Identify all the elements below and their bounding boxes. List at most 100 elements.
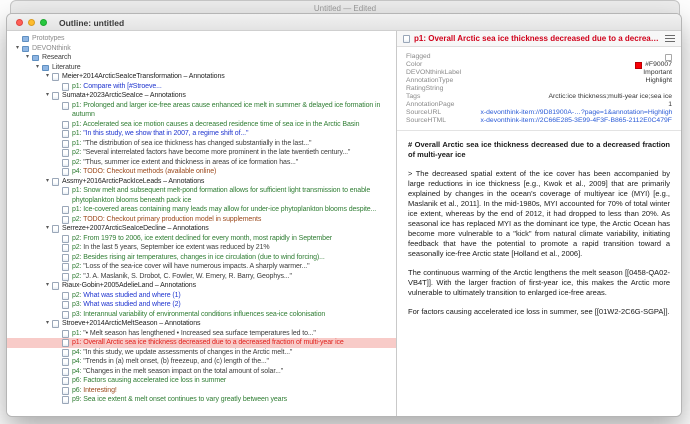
detail-header: p1: Overall Arctic sea ice thickness dec…	[397, 31, 681, 47]
outline-row[interactable]: p4: "Changes in the melt season impact o…	[7, 367, 396, 377]
outline-item-label: Stroeve+2014ArcticMeltSeason – Annotatio…	[62, 320, 200, 327]
disclosure-triangle-icon[interactable]	[43, 281, 52, 291]
outline-item-text: Research	[42, 53, 392, 63]
outline-row[interactable]: Serreze+2007ArcticSeaIceDecline – Annota…	[7, 224, 396, 234]
annotation-body: # Overall Arctic sea ice thickness decre…	[397, 131, 681, 335]
outline-item-text: p2: "Loss of the sea-ice cover will have…	[72, 262, 392, 272]
outline-row[interactable]: p6: Factors causing accelerated ice loss…	[7, 376, 396, 386]
document-icon	[62, 377, 69, 385]
menu-icon[interactable]	[665, 35, 675, 42]
document-icon	[62, 330, 69, 338]
outline-row[interactable]: p4: "Trends in (a) melt onset, (b) freez…	[7, 357, 396, 367]
outline-row[interactable]: p1: Prolonged and larger ice-free areas …	[7, 101, 396, 120]
traffic-lights	[16, 19, 47, 26]
outline-row[interactable]: Riaux-Gobin+2005AdelieLand – Annotations	[7, 281, 396, 291]
main-window: Outline: untitled PrototypesDEVONthinkRe…	[6, 13, 682, 417]
document-icon	[403, 35, 410, 43]
title-bar[interactable]: Outline: untitled	[7, 14, 681, 31]
outline-row[interactable]: Meier+2014ArcticSeaIceTransformation – A…	[7, 72, 396, 82]
outline-row[interactable]: DEVONthink	[7, 44, 396, 54]
outline-item-text: p4: "Changes in the melt season impact o…	[72, 367, 392, 377]
disclosure-triangle-icon[interactable]	[33, 63, 42, 73]
outline-row[interactable]: p2: "Several interrelated factors have b…	[7, 148, 396, 158]
outline-item-label: What was studied and where (2)	[83, 301, 180, 308]
outline-row[interactable]: p1: "The distribution of sea ice thickne…	[7, 139, 396, 149]
outline-item-label: Sumata+2023ArcticSeaIce – Annotations	[62, 92, 186, 99]
outline-row[interactable]: p1: "In this study, we show that in 2007…	[7, 129, 396, 139]
outline-row[interactable]: p2: From 1979 to 2006, ice extent declin…	[7, 234, 396, 244]
zoom-button[interactable]	[40, 19, 47, 26]
outline-item-text: p2: What was studied and where (1)	[72, 291, 392, 301]
outline-item-label: Sea ice extent & melt onset continues to…	[83, 396, 287, 403]
metadata-row: SourceHTMLx-devonthink-item://2C66E285-3…	[406, 117, 672, 125]
metadata-label: Tags	[406, 93, 420, 101]
document-icon	[62, 83, 69, 91]
outline-item-text: p2: In the last 5 years, September ice e…	[72, 243, 392, 253]
flagged-checkbox[interactable]	[665, 54, 672, 61]
metadata-row: TagsArctic:ice thickness;multi-year ice;…	[406, 93, 672, 101]
outline-row[interactable]: p1: Overall Arctic sea ice thickness dec…	[7, 338, 396, 348]
outline-item-text: Assmy+2016ArcticPackIceLeads – Annotatio…	[62, 177, 392, 187]
disclosure-triangle-icon[interactable]	[13, 44, 22, 54]
body-paragraph-2: For factors causing accelerated ice loss…	[408, 307, 670, 317]
outline-row[interactable]: Sumata+2023ArcticSeaIce – Annotations	[7, 91, 396, 101]
disclosure-triangle-icon[interactable]	[43, 177, 52, 187]
outline-row[interactable]: p1: Compare with [#Stroeve...	[7, 82, 396, 92]
outline-item-label: In the last 5 years, September ice exten…	[83, 244, 269, 251]
page-prefix: p2:	[72, 273, 83, 280]
metadata-value-color: #F90007	[635, 61, 672, 69]
document-icon	[62, 216, 69, 224]
disclosure-triangle-icon[interactable]	[43, 224, 52, 234]
page-prefix: p2:	[72, 263, 83, 270]
outline-row[interactable]: p1: Ice-covered areas containing many le…	[7, 205, 396, 215]
disclosure-triangle-icon[interactable]	[43, 91, 52, 101]
outline-row[interactable]: p2: "Thus, summer ice extent and thickne…	[7, 158, 396, 168]
outline-item-text: p2: TODO: Checkout primary production mo…	[72, 215, 392, 225]
outline-row[interactable]: p4: TODO: Checkout methods (available on…	[7, 167, 396, 177]
disclosure-triangle-icon[interactable]	[23, 53, 32, 63]
outline-row[interactable]: p2: "Loss of the sea-ice cover will have…	[7, 262, 396, 272]
outline-row[interactable]: p9: Sea ice extent & melt onset continue…	[7, 395, 396, 405]
outline-row[interactable]: p1: Accelerated sea ice motion causes a …	[7, 120, 396, 130]
page-prefix: p3:	[72, 301, 83, 308]
metadata-row: Flagged	[406, 53, 672, 61]
document-icon	[62, 358, 69, 366]
metadata-value-sourceurl[interactable]: x-devonthink-item://9D81900A-…?page=1&an…	[480, 109, 672, 117]
disclosure-triangle-icon[interactable]	[43, 319, 52, 329]
outline-row[interactable]: p2: "J. A. Maslanik, S. Drobot, C. Fowle…	[7, 272, 396, 282]
outline-item-text: p1: Compare with [#Stroeve...	[72, 82, 392, 92]
outline-row[interactable]: p3: What was studied and where (2)	[7, 300, 396, 310]
outline-row[interactable]: Assmy+2016ArcticPackIceLeads – Annotatio…	[7, 177, 396, 187]
outline-row[interactable]: p4: "In this study, we update assessment…	[7, 348, 396, 358]
outline-row[interactable]: p2: In the last 5 years, September ice e…	[7, 243, 396, 253]
outline-row[interactable]: p2: What was studied and where (1)	[7, 291, 396, 301]
outline-row[interactable]: Research	[7, 53, 396, 63]
outline-rows: PrototypesDEVONthinkResearchLiteratureMe…	[7, 34, 396, 405]
outline-row[interactable]: p3: Interannual variability of environme…	[7, 310, 396, 320]
outline-item-label: "Thus, summer ice extent and thickness i…	[83, 159, 298, 166]
outline-row[interactable]: p6: Interesting!	[7, 386, 396, 396]
minimize-button[interactable]	[28, 19, 35, 26]
metadata-row: DEVONthinkLabelImportant	[406, 69, 672, 77]
outline-item-label: What was studied and where (1)	[83, 292, 180, 299]
outline-row[interactable]: p1: Snow melt and subsequent melt-pond f…	[7, 186, 396, 205]
detail-pane: p1: Overall Arctic sea ice thickness dec…	[397, 31, 681, 417]
metadata-value-sourcehtml[interactable]: x-devonthink-item://2C66E285-3E99-4F3F-B…	[480, 117, 672, 125]
metadata-label: RatingString	[406, 85, 443, 93]
outline-item-label: Snow melt and subsequent melt-pond forma…	[72, 187, 370, 204]
outline-row[interactable]: p2: TODO: Checkout primary production mo…	[7, 215, 396, 225]
document-icon	[62, 396, 69, 404]
disclosure-triangle-icon[interactable]	[43, 72, 52, 82]
color-swatch	[635, 62, 642, 69]
outline-row[interactable]: p2: Besides rising air temperatures, cha…	[7, 253, 396, 263]
outline-row[interactable]: Stroeve+2014ArcticMeltSeason – Annotatio…	[7, 319, 396, 329]
window-content: PrototypesDEVONthinkResearchLiteratureMe…	[7, 31, 681, 417]
close-button[interactable]	[16, 19, 23, 26]
body-quote: > The decreased spatial extent of the ic…	[408, 169, 670, 259]
metadata-row: AnnotationTypeHighlight	[406, 77, 672, 85]
outline-item-label: Factors causing accelerated ice loss in …	[83, 377, 226, 384]
window-title: Outline: untitled	[59, 18, 124, 28]
outline-row[interactable]: Prototypes	[7, 34, 396, 44]
outline-row[interactable]: Literature	[7, 63, 396, 73]
outline-row[interactable]: p1: "• Melt season has lengthened • Incr…	[7, 329, 396, 339]
